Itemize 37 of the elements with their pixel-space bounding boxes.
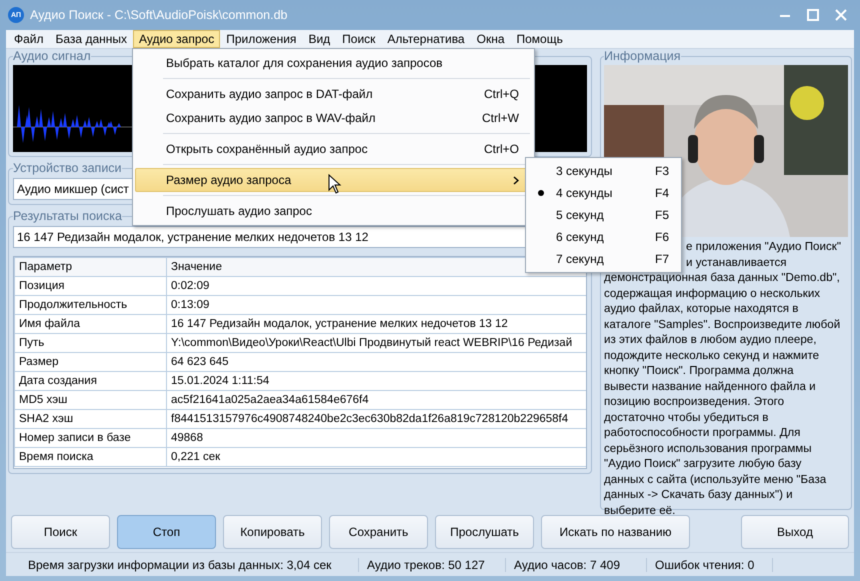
info-text-line: подождите несколько секунд и нажмите bbox=[604, 348, 820, 363]
info-text-line: данных -> Скачать базу данных") и bbox=[604, 487, 794, 502]
info-text-line: позицию воспроизведения. Этого bbox=[604, 394, 786, 410]
table-cell: SHA2 хэш bbox=[14, 410, 166, 428]
table-cell: Позиция bbox=[14, 276, 166, 296]
info-text-line: содержащая информацию о нескольких bbox=[604, 286, 822, 301]
table-cell: Продолжительность bbox=[14, 296, 166, 314]
info-text-line: кнопку "Поиск". Программа должна bbox=[604, 363, 795, 378]
info-text-line: демонстрационная база данных "Demo.db", bbox=[604, 270, 841, 286]
table-cell: MD5 хэш bbox=[14, 390, 166, 410]
table-cell: Размер bbox=[14, 352, 166, 372]
info-text-line: каталоге "Samples". Воспроизведите любой bbox=[604, 316, 842, 332]
group-title: Информация bbox=[604, 49, 681, 63]
info-text-line: работоспособности программы. Для bbox=[604, 425, 802, 440]
group-title: Устройство записи bbox=[13, 161, 122, 175]
status-text: Время загрузки информации из базы данных: 3,04 сек bbox=[28, 558, 359, 572]
column-header: Параметр bbox=[14, 258, 166, 276]
status-text: Аудио часов: 7 409 bbox=[514, 558, 647, 572]
info-text-line: и устанавливается bbox=[686, 254, 788, 270]
info-text-line: аудио файлах, которые находятся в bbox=[604, 301, 800, 316]
group-title: Аудио сигнал bbox=[13, 49, 91, 63]
info-text-line: "Аудио Поиск" загрузите любую базу bbox=[604, 456, 802, 472]
table-cell: Время поиска bbox=[14, 448, 166, 466]
window-title: Аудио Поиск - C:\Soft\AudioPoisk\common.db bbox=[30, 8, 288, 22]
info-text-line: серьёзного использования программы bbox=[604, 440, 813, 456]
info-text-line: е приложения "Аудио Поиск" bbox=[686, 239, 842, 254]
status-text: Аудио треков: 50 127 bbox=[367, 558, 506, 572]
info-text-line: вывести название найденного файла и bbox=[604, 378, 817, 394]
table-cell: Дата создания bbox=[14, 372, 166, 390]
table-cell: Имя файла bbox=[14, 314, 166, 334]
info-text-line: из этих файлов в любом аудио плеере, bbox=[604, 332, 818, 348]
table-cell: Номер записи в базе bbox=[14, 428, 166, 448]
table-cell: Путь bbox=[14, 334, 166, 352]
info-text-line: достаточно чтобы убедиться в bbox=[604, 410, 770, 425]
info-text-line: данных с сайта (используйте меню "База bbox=[604, 472, 828, 487]
group-title: Результаты поиска bbox=[13, 209, 122, 223]
status-text: Ошибок чтения: 0 bbox=[655, 558, 773, 572]
